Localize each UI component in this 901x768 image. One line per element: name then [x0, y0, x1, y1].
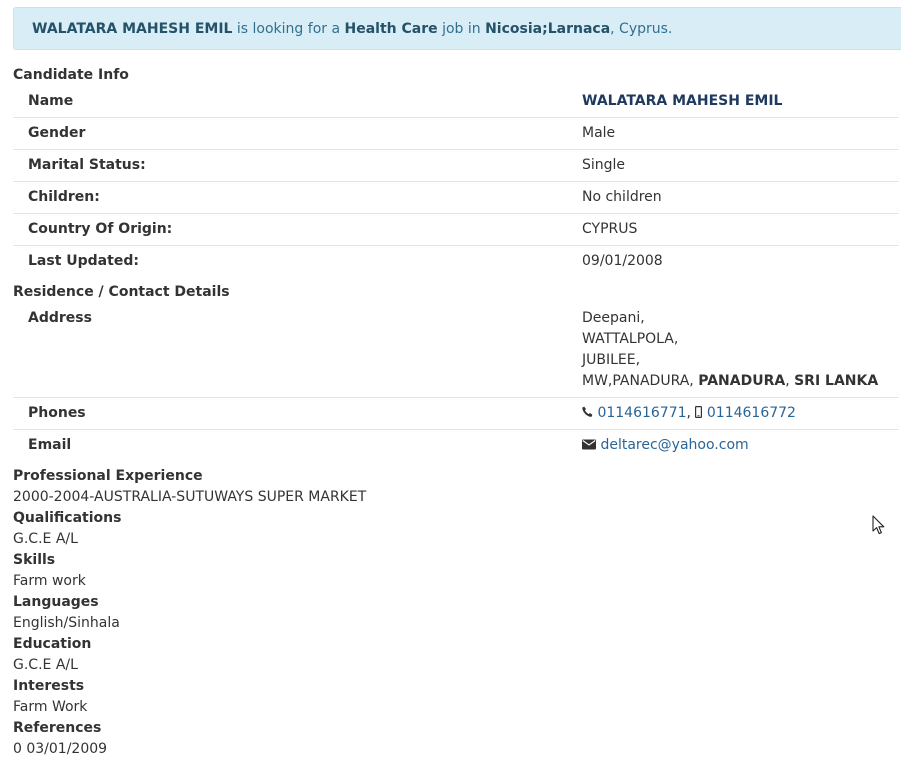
- info-row-marital-status: Marital Status: Single: [13, 149, 899, 181]
- info-row-email: Email deltarec@yahoo.com: [13, 429, 899, 461]
- phone-icon: [582, 404, 593, 425]
- country-value: CYPRUS: [582, 221, 638, 237]
- address-city: PANADURA: [698, 373, 786, 389]
- candidate-info-heading: Candidate Info: [13, 67, 129, 83]
- info-row-address: Address Deepani, WATTALPOLA, JUBILEE, MW…: [13, 303, 899, 397]
- row-label: Email: [28, 437, 72, 453]
- banner-location: Nicosia;Larnaca: [485, 21, 611, 37]
- last-updated-value: 09/01/2008: [582, 253, 663, 269]
- row-label: Country Of Origin:: [28, 221, 173, 237]
- mobile-icon: [695, 404, 703, 425]
- interests-value: Farm Work: [13, 699, 88, 715]
- envelope-icon: [582, 436, 596, 457]
- education-heading: Education: [13, 636, 92, 652]
- address-country: SRI LANKA: [794, 373, 879, 389]
- info-row-name: Name WALATARA MAHESH EMIL: [13, 86, 899, 117]
- address-line: WATTALPOLA,: [582, 331, 679, 347]
- residence-heading: Residence / Contact Details: [13, 284, 230, 300]
- phones-value: 0114616771, 0114616772: [582, 403, 796, 425]
- row-label: Last Updated:: [28, 253, 139, 269]
- candidate-name-value: WALATARA MAHESH EMIL: [582, 93, 783, 109]
- references-value: 0 03/01/2009: [13, 741, 108, 757]
- banner-candidate-name: WALATARA MAHESH EMIL: [32, 21, 233, 37]
- skills-value: Farm work: [13, 573, 86, 589]
- info-row-children: Children: No children: [13, 181, 899, 213]
- email-link[interactable]: deltarec@yahoo.com: [600, 437, 748, 453]
- professional-experience-heading: Professional Experience: [13, 468, 203, 484]
- banner-text: job in: [437, 21, 486, 37]
- interests-heading: Interests: [13, 678, 85, 694]
- languages-heading: Languages: [13, 594, 99, 610]
- children-value: No children: [582, 189, 662, 205]
- marital-status-value: Single: [582, 157, 626, 173]
- row-label: Name: [28, 93, 74, 109]
- banner-text: is looking for a: [232, 21, 345, 37]
- row-label: Marital Status:: [28, 157, 146, 173]
- info-row-gender: Gender Male: [13, 117, 899, 149]
- mouse-pointer-icon: [872, 515, 886, 542]
- phone-separator: ,: [686, 405, 696, 421]
- address-line: Deepani,: [582, 310, 645, 326]
- phone-number[interactable]: 0114616771: [597, 405, 686, 421]
- references-heading: References: [13, 720, 102, 736]
- info-row-last-updated: Last Updated: 09/01/2008: [13, 245, 899, 277]
- email-value: deltarec@yahoo.com: [582, 435, 749, 457]
- qualifications-value: G.C.E A/L: [13, 531, 78, 547]
- address-line: JUBILEE,: [582, 352, 641, 368]
- row-label: Children:: [28, 189, 100, 205]
- skills-heading: Skills: [13, 552, 56, 568]
- professional-experience-value: 2000-2004-AUSTRALIA-SUTUWAYS SUPER MARKE…: [13, 489, 367, 505]
- info-row-country-of-origin: Country Of Origin: CYPRUS: [13, 213, 899, 245]
- row-label: Address: [28, 310, 92, 326]
- banner-text: , Cyprus.: [610, 21, 673, 37]
- address-street: MW,PANADURA,: [582, 373, 699, 389]
- info-row-phones: Phones 0114616771, 0114616772: [13, 397, 899, 429]
- education-value: G.C.E A/L: [13, 657, 78, 673]
- qualifications-heading: Qualifications: [13, 510, 122, 526]
- address-separator: ,: [785, 373, 795, 389]
- row-label: Gender: [28, 125, 86, 141]
- address-line: MW,PANADURA, PANADURA, SRI LANKA: [582, 371, 878, 392]
- gender-value: Male: [582, 125, 616, 141]
- address-value: Deepani, WATTALPOLA, JUBILEE, MW,PANADUR…: [582, 308, 878, 392]
- banner-job-category: Health Care: [344, 21, 438, 37]
- row-label: Phones: [28, 405, 86, 421]
- mobile-number[interactable]: 0114616772: [707, 405, 796, 421]
- job-seeker-banner: WALATARA MAHESH EMIL is looking for a He…: [13, 7, 901, 50]
- languages-value: English/Sinhala: [13, 615, 120, 631]
